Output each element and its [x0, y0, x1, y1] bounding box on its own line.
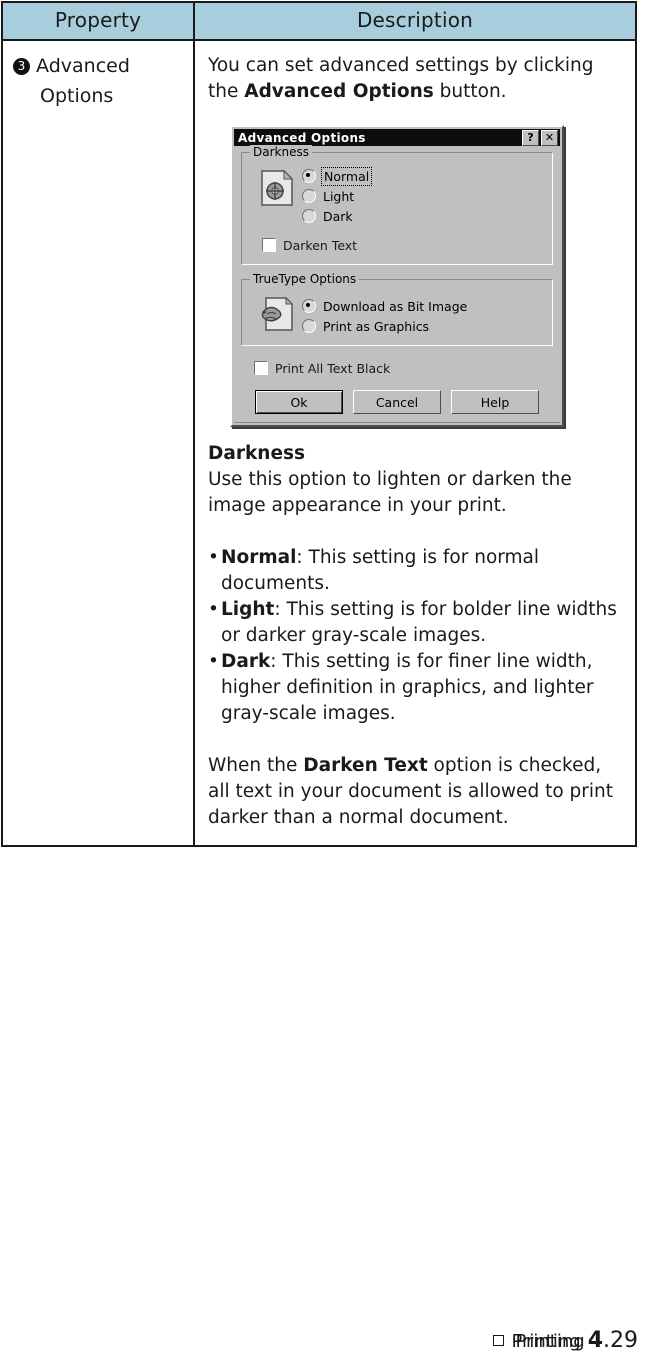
list-item-text: Light: This setting is for bolder line w…: [221, 597, 625, 649]
option-light-label: Light: [323, 188, 355, 204]
list-item: • Light: This setting is for bolder line…: [208, 597, 625, 649]
help-icon[interactable]: ?: [522, 129, 539, 146]
closing-bold-term: Darken Text: [303, 755, 428, 776]
property-description-table: Property Description 3 Advanced Options …: [1, 1, 637, 847]
dialog-button-row: Ok Cancel Help: [234, 390, 560, 414]
dialog-titlebar: Advanced Options ? ✕: [234, 129, 560, 146]
option-print-as-graphics-label: Print as Graphics: [323, 318, 430, 334]
column-header-property: Property: [1, 1, 195, 41]
radio-light-icon[interactable]: [302, 189, 316, 203]
list-item-term: Dark: [221, 651, 271, 672]
bullet-icon: •: [208, 599, 219, 620]
list-item-text: Normal: This setting is for normal docum…: [221, 545, 625, 597]
property-label-line-1: Advanced: [36, 55, 130, 77]
advanced-options-dialog: Advanced Options ? ✕ Darkness Normal Lig…: [230, 125, 564, 427]
checkbox-print-all-text-black-icon[interactable]: [254, 361, 268, 375]
truetype-group-label: TrueType Options: [250, 272, 360, 286]
option-dark[interactable]: Dark: [302, 206, 546, 226]
list-item-term: Normal: [221, 547, 297, 568]
ok-button[interactable]: Ok: [255, 390, 343, 414]
radio-print-as-graphics-icon[interactable]: [302, 319, 316, 333]
darken-text-checkbox-row[interactable]: Darken Text: [262, 235, 546, 255]
list-item-body: : This setting is for finer line width, …: [221, 651, 594, 724]
option-download-as-bit-image[interactable]: Download as Bit Image: [302, 296, 546, 316]
step-number-badge: 3: [13, 58, 30, 75]
darkness-options: Normal Light Dark: [302, 165, 546, 226]
footer-section-name: Printing Printing: [511, 1331, 584, 1352]
footer-square-icon: [493, 1335, 505, 1346]
darkness-section-body: Use this option to lighten or darken the…: [208, 469, 572, 516]
bullet-icon: •: [208, 651, 219, 672]
darken-text-label: Darken Text: [283, 237, 358, 253]
intro-bold-term: Advanced Options: [244, 81, 434, 102]
list-item-term: Light: [221, 599, 275, 620]
close-icon[interactable]: ✕: [541, 129, 558, 146]
list-item: • Dark: This setting is for finer line w…: [208, 649, 625, 727]
help-button[interactable]: Help: [451, 390, 539, 414]
cancel-button[interactable]: Cancel: [353, 390, 441, 414]
option-normal-label: Normal: [320, 166, 373, 186]
list-item-text: Dark: This setting is for finer line wid…: [221, 649, 625, 727]
option-dark-label: Dark: [323, 208, 353, 224]
option-normal[interactable]: Normal: [302, 166, 546, 186]
darkness-section-title: Darkness: [208, 443, 306, 464]
print-all-text-black-label: Print All Text Black: [275, 360, 391, 376]
page-number-minor: .29: [603, 1328, 638, 1353]
closing-paragraph: When the Darken Text option is checked, …: [208, 753, 625, 831]
table-row: 3 Advanced Options You can set advanced …: [1, 39, 637, 847]
page-number-major: 4: [587, 1328, 603, 1353]
darkness-group-label: Darkness: [250, 145, 312, 159]
truetype-options: Download as Bit Image Print as Graphics: [302, 292, 546, 336]
radio-normal-icon[interactable]: [302, 169, 316, 183]
advanced-options-dialog-screenshot: Advanced Options ? ✕ Darkness Normal Lig…: [230, 125, 564, 427]
property-cell: 3 Advanced Options: [1, 39, 195, 847]
dialog-footer-divider: [234, 422, 560, 423]
intro-text-after: button.: [433, 81, 507, 102]
bullet-icon: •: [208, 547, 219, 568]
closing-text-before: When the: [208, 755, 304, 776]
footer-section-text-ghost: Printing: [515, 1331, 585, 1352]
option-print-as-graphics[interactable]: Print as Graphics: [302, 316, 546, 336]
page-darkness-icon: [260, 169, 294, 207]
option-download-as-bit-image-label: Download as Bit Image: [323, 298, 468, 314]
list-item: • Normal: This setting is for normal doc…: [208, 545, 625, 597]
checkbox-darken-text-icon[interactable]: [262, 238, 276, 252]
list-item-body: : This setting is for bolder line widths…: [221, 599, 617, 646]
intro-paragraph: You can set advanced settings by clickin…: [208, 53, 625, 105]
darkness-group: Darkness Normal Light Dark Darken Text: [241, 145, 553, 265]
print-all-text-black-row[interactable]: Print All Text Black: [254, 358, 560, 378]
option-light[interactable]: Light: [302, 186, 546, 206]
page-number: 4.29: [588, 1328, 638, 1353]
radio-dark-icon[interactable]: [302, 209, 316, 223]
property-name-line-1: 3 Advanced: [13, 51, 189, 81]
description-cell: You can set advanced settings by clickin…: [193, 39, 637, 847]
page-truetype-icon: [260, 296, 294, 334]
dialog-title: Advanced Options: [238, 130, 366, 145]
page-footer: Printing Printing 4.29: [493, 1328, 638, 1353]
property-label-line-2: Options: [40, 85, 114, 107]
radio-download-bit-image-icon[interactable]: [302, 299, 316, 313]
truetype-options-group: TrueType Options Download as Bit Image P…: [241, 272, 553, 346]
column-header-description: Description: [193, 1, 637, 41]
table-header-row: Property Description: [1, 1, 637, 41]
